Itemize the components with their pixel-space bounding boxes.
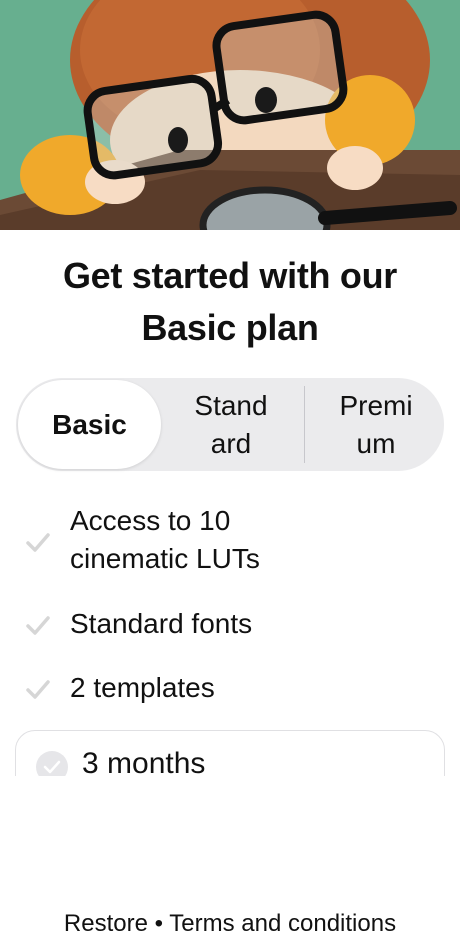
tab-standard-line-1: Stand	[194, 389, 268, 421]
feature-item: 2 templates	[24, 669, 444, 709]
scroll-fade-overlay	[0, 776, 460, 896]
feature-text-line-2: cinematic LUTs	[70, 543, 260, 574]
tab-premium-line-1: Premi	[339, 389, 413, 421]
tab-basic[interactable]: Basic	[18, 380, 161, 469]
feature-text: Standard fonts	[70, 608, 253, 639]
feature-item: Standard fonts	[24, 605, 444, 645]
footer-links: Restore • Terms and conditions	[0, 910, 460, 938]
feature-text-line-1: Access to 10	[70, 505, 231, 536]
tab-premium[interactable]: Premi um	[316, 378, 436, 471]
page-title: Get started with our Basic plan	[0, 250, 460, 354]
title-line-1: Get started with our	[62, 255, 398, 296]
title-line-2: Basic plan	[141, 307, 319, 348]
tab-standard[interactable]: Stand ard	[171, 378, 291, 471]
feature-text: 2 templates	[70, 672, 215, 703]
plan-segmented-control: Basic Stand ard Premi um	[16, 378, 444, 471]
feature-item: Access to 10 cinematic LUTs	[24, 502, 444, 582]
footer-separator: •	[154, 910, 164, 937]
check-icon	[26, 533, 50, 552]
check-icon	[26, 616, 50, 635]
tab-standard-line-2: ard	[210, 427, 252, 459]
restore-link[interactable]: Restore	[64, 910, 148, 937]
hero-illustration	[0, 0, 460, 230]
segment-divider	[304, 386, 305, 463]
tab-premium-line-2: um	[356, 427, 396, 459]
terms-link[interactable]: Terms and conditions	[169, 910, 396, 937]
check-icon	[26, 680, 50, 699]
